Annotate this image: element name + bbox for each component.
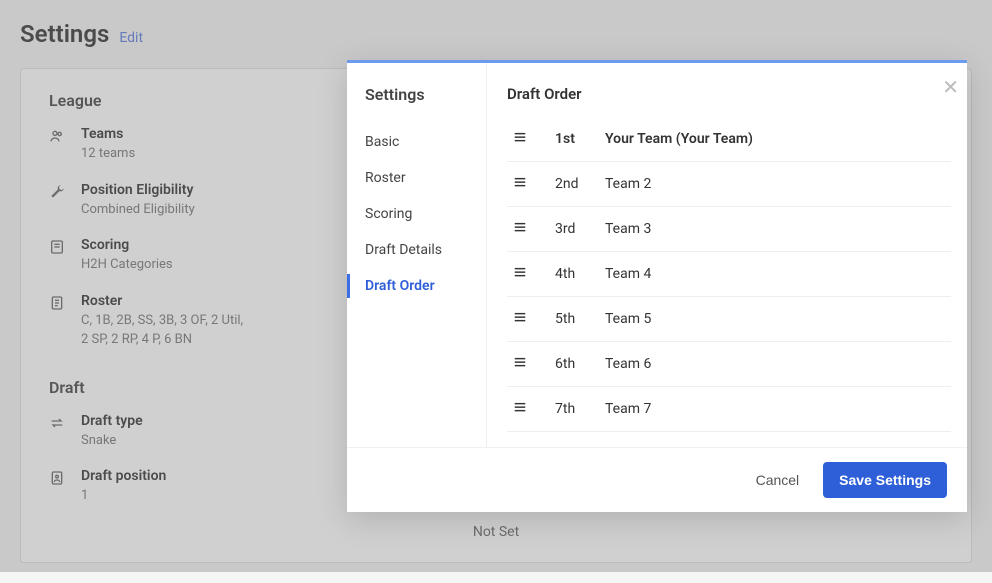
order-row[interactable]: 6th Team 6 (507, 342, 951, 387)
order-row[interactable]: 5th Team 5 (507, 297, 951, 342)
order-team: Your Team (Your Team) (605, 131, 753, 147)
order-position: 6th (555, 356, 605, 372)
order-team: Team 2 (605, 176, 651, 192)
modal-main: Draft Order 1st Your Team (Your Team) 2n… (487, 63, 967, 447)
modal-sidebar: Settings Basic Roster Scoring Draft Deta… (347, 63, 487, 447)
tab-draft-order[interactable]: Draft Order (365, 268, 486, 304)
order-position: 3rd (555, 221, 605, 237)
order-row[interactable]: 2nd Team 2 (507, 162, 951, 207)
cancel-button[interactable]: Cancel (750, 464, 806, 496)
modal-sidebar-title: Settings (365, 85, 486, 104)
tab-scoring[interactable]: Scoring (365, 196, 486, 232)
order-row[interactable]: 3rd Team 3 (507, 207, 951, 252)
order-team: Team 6 (605, 356, 651, 372)
drag-handle-icon[interactable] (513, 220, 529, 238)
drag-handle-icon[interactable] (513, 400, 529, 418)
order-position: 4th (555, 266, 605, 282)
order-position: 5th (555, 311, 605, 327)
tab-basic[interactable]: Basic (365, 124, 486, 160)
order-row[interactable]: 4th Team 4 (507, 252, 951, 297)
order-row[interactable]: 1st Your Team (Your Team) (507, 117, 951, 162)
order-team: Team 7 (605, 401, 651, 417)
order-team: Team 5 (605, 311, 651, 327)
tab-draft-details[interactable]: Draft Details (365, 232, 486, 268)
save-settings-button[interactable]: Save Settings (823, 462, 947, 498)
drag-handle-icon[interactable] (513, 355, 529, 373)
order-team: Team 4 (605, 266, 651, 282)
order-position: 2nd (555, 176, 605, 192)
drag-handle-icon[interactable] (513, 310, 529, 328)
modal-footer: Cancel Save Settings (347, 447, 967, 512)
drag-handle-icon[interactable] (513, 130, 529, 148)
tab-roster[interactable]: Roster (365, 160, 486, 196)
modal-main-title: Draft Order (507, 85, 957, 103)
order-position: 1st (555, 131, 605, 147)
settings-modal: ✕ Settings Basic Roster Scoring Draft De… (347, 60, 967, 512)
draft-order-list[interactable]: 1st Your Team (Your Team) 2nd Team 2 3rd… (507, 117, 957, 437)
order-team: Team 3 (605, 221, 651, 237)
order-position: 7th (555, 401, 605, 417)
drag-handle-icon[interactable] (513, 265, 529, 283)
drag-handle-icon[interactable] (513, 175, 529, 193)
order-row[interactable]: 7th Team 7 (507, 387, 951, 432)
